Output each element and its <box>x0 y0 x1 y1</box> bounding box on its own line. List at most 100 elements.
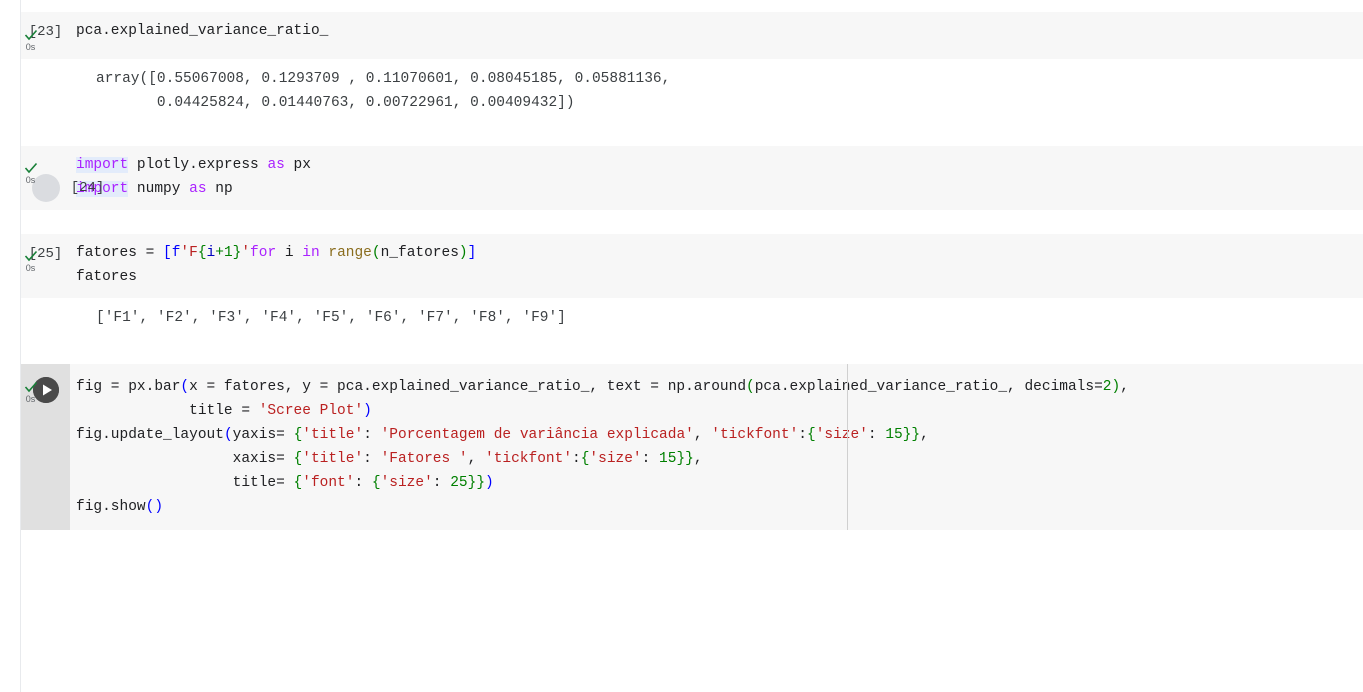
quote-open: ' <box>180 245 190 261</box>
colon-3: : <box>867 427 886 443</box>
output-text-23: array([0.55067008, 0.1293709 , 0.1107060… <box>96 71 671 87</box>
brace-close-font: } <box>467 475 477 491</box>
colon-6: : <box>641 451 660 467</box>
key-size-x: 'size' <box>589 451 642 467</box>
paren-open-around: ( <box>746 379 755 395</box>
brace-close-tickfont-x: } <box>676 451 686 467</box>
colon-5: : <box>572 451 581 467</box>
key-size-title: 'size' <box>380 475 433 491</box>
title-string: 'Scree Plot' <box>258 403 364 419</box>
code-line: pca.explained_variance_ratio_ <box>76 23 329 39</box>
colon-8: : <box>432 475 451 491</box>
cell-output-23: array([0.55067008, 0.1293709 , 0.1107060… <box>21 59 1363 121</box>
yaxis-kwarg: yaxis= <box>232 427 294 443</box>
cell-status-25: 0s <box>21 249 41 273</box>
notebook-cell-23: 0s [23] pca.explained_variance_ratio_ ar… <box>21 12 1363 121</box>
output-text-25: ['F1', 'F2', 'F3', 'F4', 'F5', 'F6', 'F7… <box>96 310 566 326</box>
around-args: pca.explained_variance_ratio_, decimals= <box>754 379 1103 395</box>
assign-target: fatores = <box>76 245 164 261</box>
code-input-24[interactable]: [24] import plotly.express as px import … <box>21 146 1363 210</box>
check-icon <box>24 380 38 394</box>
xaxis-kwarg: xaxis= <box>76 451 294 467</box>
code-editor-24[interactable]: import plotly.express as px import numpy… <box>70 146 1363 208</box>
cell-status-23: 0s <box>21 28 41 52</box>
code-editor-26[interactable]: fig = px.bar(x = fatores, y = pca.explai… <box>70 364 1363 530</box>
code-editor-25[interactable]: fatores = [f'F{i+1}'for i in range(n_fat… <box>70 234 1363 296</box>
key-tickfont-y: 'tickfont' <box>711 427 799 443</box>
notebook-cell-26: 0s fig = px.bar(x = fatores, y = pca.exp… <box>21 364 1363 530</box>
number-one: 1 <box>223 245 233 261</box>
cell-status-24: 0s <box>21 161 41 185</box>
cell-exec-time-24: 0s <box>25 175 36 185</box>
bracket-close: ] <box>467 245 477 261</box>
code-line-2: fatores <box>76 269 137 285</box>
code-input-26[interactable]: fig = px.bar(x = fatores, y = pca.explai… <box>21 364 1363 530</box>
paren-close-layout: ) <box>485 475 494 491</box>
notebook-container: 0s [23] pca.explained_variance_ratio_ ar… <box>0 0 1363 692</box>
comma-4: , <box>467 451 485 467</box>
comma-2: , <box>693 427 712 443</box>
alias-1: px <box>284 157 311 173</box>
quote-close: ' <box>241 245 251 261</box>
fn-fig-show: fig.show <box>76 499 146 515</box>
bracket-open: [ <box>163 245 172 261</box>
brace-open-title: { <box>293 475 303 491</box>
title-layout-kwarg: title= <box>76 475 294 491</box>
code-editor-23[interactable]: pca.explained_variance_ratio_ <box>70 12 1363 50</box>
column-ruler-guide <box>847 364 848 530</box>
brace-close-title: } <box>476 475 486 491</box>
code-input-25[interactable]: [25] fatores = [f'F{i+1}'for i in range(… <box>21 234 1363 298</box>
size-value-y: 15 <box>885 427 903 443</box>
output-text-23b: 0.04425824, 0.01440763, 0.00722961, 0.00… <box>96 95 575 111</box>
status-gutter <box>0 0 20 692</box>
fn-call-px-bar: fig = px.bar <box>76 379 181 395</box>
colon-2: : <box>798 427 807 443</box>
colon-1: : <box>363 427 381 443</box>
title-kwarg: title = <box>76 403 259 419</box>
key-title-y: 'title' <box>302 427 364 443</box>
key-title-x: 'title' <box>302 451 364 467</box>
execution-count-24[interactable]: [24] <box>0 155 104 221</box>
paren-open-bar: ( <box>180 379 190 395</box>
key-tickfont-x: 'tickfont' <box>485 451 573 467</box>
key-font: 'font' <box>302 475 355 491</box>
cell-exec-time-26: 0s <box>25 394 36 404</box>
brace-open-yaxis: { <box>293 427 303 443</box>
paren-close-bar: ) <box>363 403 372 419</box>
check-icon <box>24 161 38 175</box>
cell-status-26: 0s <box>21 380 41 404</box>
xlabel-string: 'Fatores ' <box>380 451 468 467</box>
keyword-as-2: as <box>189 181 207 197</box>
fn-update-layout: fig.update_layout <box>76 427 224 443</box>
brace-close-yaxis: } <box>911 427 921 443</box>
paren-open-layout: ( <box>223 427 233 443</box>
module-name-2: numpy <box>128 181 190 197</box>
key-size-y: 'size' <box>815 427 868 443</box>
size-value-title: 25 <box>450 475 468 491</box>
size-value-x: 15 <box>659 451 677 467</box>
fstring-literal: F <box>189 245 198 261</box>
comma-3: , <box>920 427 929 443</box>
plus-operator: + <box>215 245 224 261</box>
loop-var: i <box>276 245 303 261</box>
code-input-23[interactable]: [23] pca.explained_variance_ratio_ <box>21 12 1363 59</box>
cell-exec-time-25: 0s <box>25 263 36 273</box>
paren-close: ) <box>458 245 468 261</box>
brace-open-font: { <box>371 475 381 491</box>
brace-close-xaxis: } <box>685 451 694 467</box>
builtin-range: range <box>328 245 372 261</box>
fstring-brace-open: { <box>197 245 207 261</box>
check-icon <box>24 249 38 263</box>
cell-output-25: ['F1', 'F2', 'F3', 'F4', 'F5', 'F6', 'F7… <box>21 298 1363 336</box>
module-name-1: plotly.express <box>128 157 268 173</box>
range-arg: n_fatores <box>380 245 459 261</box>
notebook-cell-24: 0s [24] import plotly.express as px impo… <box>21 146 1363 210</box>
ylabel-string: 'Porcentagem de variância explicada' <box>380 427 694 443</box>
brace-open-tickfont-y: { <box>806 427 816 443</box>
colon-7: : <box>354 475 372 491</box>
paren-open: ( <box>371 245 381 261</box>
loop-var-ref: i <box>206 245 216 261</box>
check-icon <box>24 28 38 42</box>
keyword-in: in <box>302 245 320 261</box>
bar-args: x = fatores, y = pca.explained_variance_… <box>189 379 747 395</box>
